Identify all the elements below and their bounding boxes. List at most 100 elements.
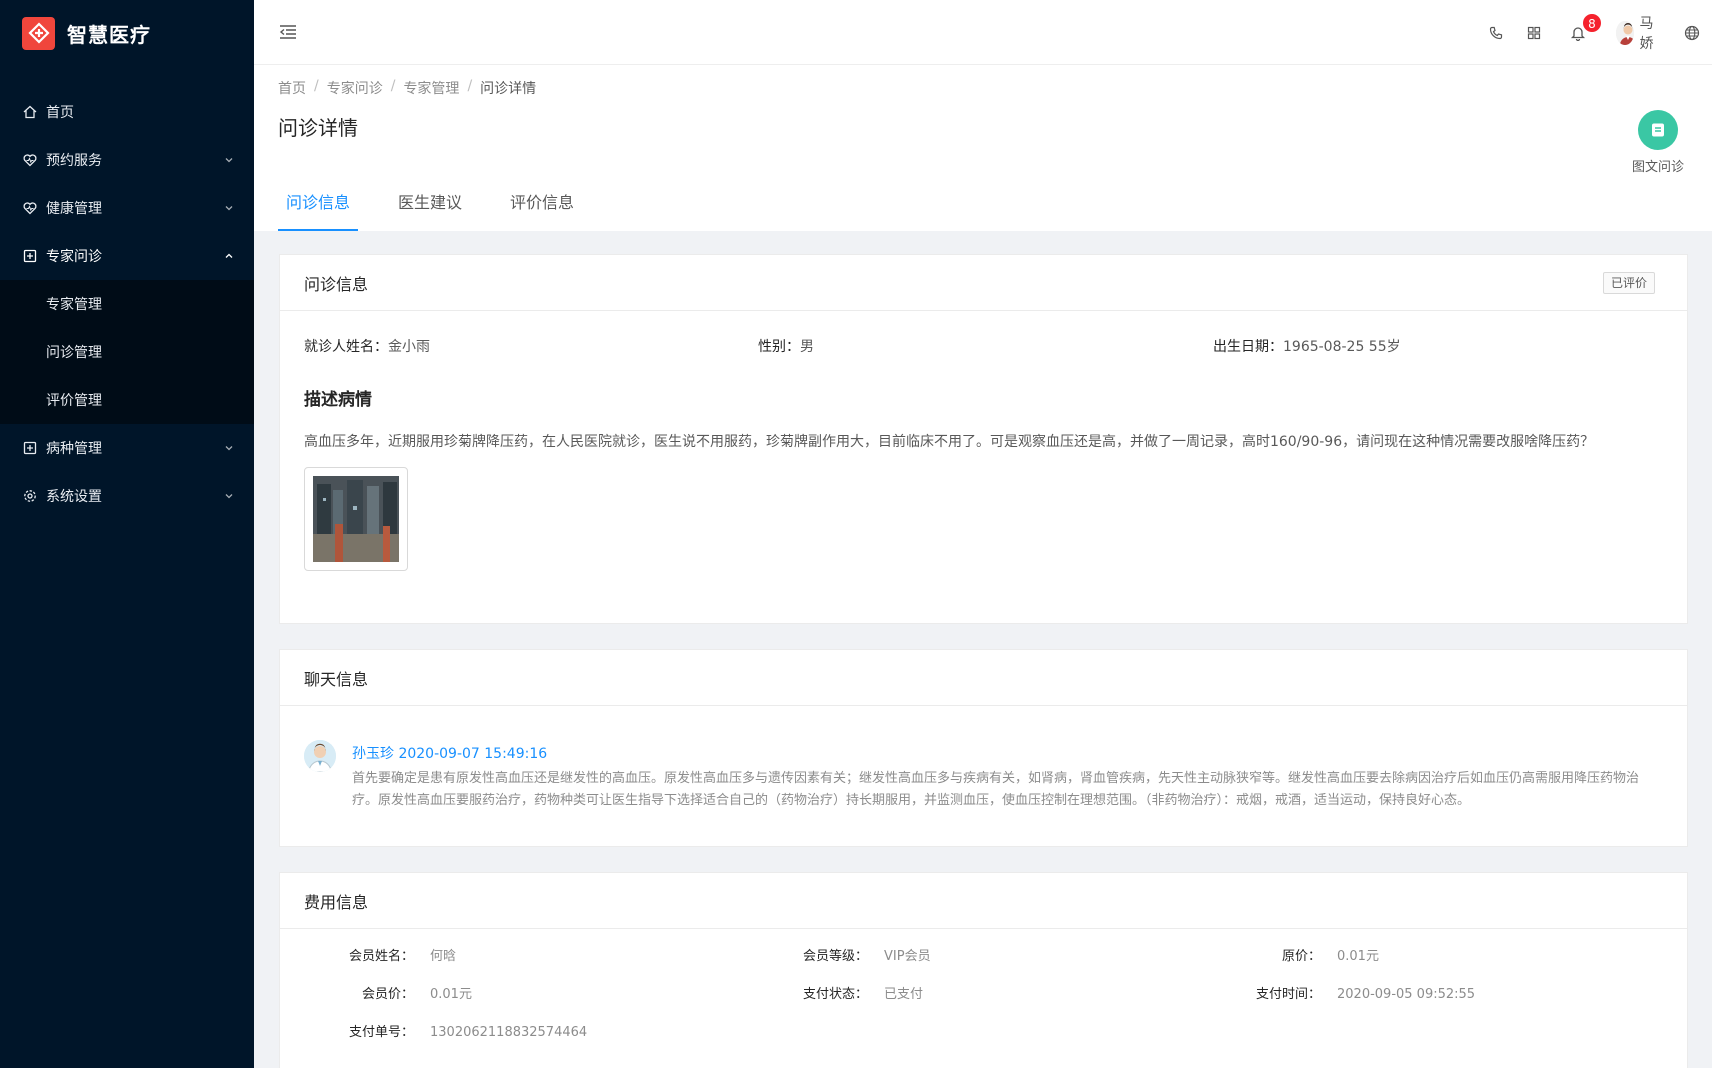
submenu-item-consult-management[interactable]: 问诊管理 (0, 328, 254, 376)
fee-field-member-level: 会员等级： VIP会员 (788, 945, 931, 964)
expert-consult-submenu: 专家管理 问诊管理 评价管理 (0, 280, 254, 424)
gender-label: 性别： (758, 339, 800, 355)
condition-description: 高血压多年，近期服用珍菊牌降压药，在人民医院就诊，医生说不用服药，珍菊牌副作用大… (304, 434, 1595, 450)
brand-logo-icon (22, 16, 55, 50)
patient-name-value: 金小雨 (388, 339, 430, 355)
condition-title: 描述病情 (304, 390, 372, 410)
sidebar-item-label: 首页 (46, 105, 74, 121)
fee-value: 0.01元 (430, 987, 472, 1002)
top-header: 8 马娇 (254, 0, 1712, 65)
fee-label: 支付时间： (1255, 987, 1321, 1002)
tab-consult-info[interactable]: 问诊信息 (278, 187, 359, 231)
medical-plus-icon (22, 440, 38, 456)
gender-value: 男 (800, 339, 814, 355)
chevron-down-icon (224, 155, 234, 165)
tab-doctor-advice[interactable]: 医生建议 (390, 187, 470, 231)
submenu-item-expert-management[interactable]: 专家管理 (0, 280, 254, 328)
chevron-down-icon (224, 203, 234, 213)
sidebar-item-disease[interactable]: 病种管理 (0, 424, 254, 472)
fee-field-payment-status: 支付状态： 已支付 (788, 983, 923, 1002)
fee-label: 会员价： (361, 987, 414, 1002)
user-name: 马娇 (1639, 15, 1654, 52)
chat-info-card: 聊天信息 孙玉珍 2020-09-07 15:49:16 首先要确定是患有原发性… (279, 649, 1688, 847)
birth-date-field: 出生日期：1965-08-25 55岁 (1213, 336, 1401, 356)
heart-icon (22, 200, 38, 216)
image-text-consult-button[interactable]: 图文问诊 (1628, 110, 1688, 175)
detail-tabs: 问诊信息 医生建议 评价信息 (278, 187, 614, 231)
sidebar-menu: 首页 预约服务 健康管理 专家问诊 专家管理 问诊管理 评价管理 病种管理 系统… (0, 88, 254, 520)
message-icon (1638, 110, 1678, 150)
user-menu[interactable]: 马娇 (1616, 13, 1660, 53)
chat-message-text: 首先要确定是患有原发性高血压还是继发性的高血压。原发性高血压多与遗传因素有关；继… (352, 771, 1640, 808)
attached-image (313, 476, 399, 562)
breadcrumb-item-expert-management[interactable]: 专家管理 (403, 78, 459, 98)
fee-value: 0.01元 (1337, 949, 1379, 964)
patient-name-label: 就诊人姓名： (304, 339, 388, 355)
sidebar-item-label: 专家问诊 (46, 249, 102, 265)
card-title: 问诊信息 (304, 274, 369, 294)
globe-icon[interactable] (1684, 25, 1700, 41)
gender-field: 性别：男 (758, 336, 814, 356)
fee-field-member-price: 会员价： 0.01元 (334, 983, 472, 1002)
card-header: 聊天信息 (280, 650, 1687, 706)
fee-value: VIP会员 (884, 949, 931, 964)
avatar (304, 740, 336, 772)
chat-author-time[interactable]: 孙玉珍 2020-09-07 15:49:16 (352, 743, 547, 763)
fee-value: 2020-09-05 09:52:55 (1337, 987, 1476, 1002)
heart-icon (22, 152, 38, 168)
birth-date-label: 出生日期： (1213, 339, 1283, 355)
fee-value: 1302062118832574464 (430, 1025, 588, 1040)
chevron-down-icon (224, 443, 234, 453)
medical-plus-icon (22, 248, 38, 264)
sidebar-item-health[interactable]: 健康管理 (0, 184, 254, 232)
brand-name: 智慧医疗 (67, 22, 151, 47)
breadcrumb-item-current: 问诊详情 (480, 81, 537, 97)
fee-field-payment-time: 支付时间： 2020-09-05 09:52:55 (1241, 983, 1475, 1002)
fee-label: 会员姓名： (348, 949, 414, 964)
sidebar-item-label: 健康管理 (46, 201, 102, 217)
apps-grid-icon[interactable] (1526, 25, 1542, 41)
page-title: 问诊详情 (278, 116, 358, 140)
consult-info-card: 问诊信息 已评价 就诊人姓名：金小雨 性别：男 出生日期：1965-08-25 … (279, 254, 1688, 624)
sidebar-item-label: 病种管理 (46, 441, 102, 457)
status-badge: 已评价 (1602, 272, 1655, 294)
sidebar-item-settings[interactable]: 系统设置 (0, 472, 254, 520)
sidebar-item-label: 系统设置 (46, 489, 102, 505)
breadcrumb-separator: / (467, 78, 473, 94)
fee-info-card: 费用信息 会员姓名： 何晗 会员等级： VIP会员 原价： 0.01元 会员价： 0.0… (279, 872, 1688, 1068)
breadcrumb-item-expert-consult[interactable]: 专家问诊 (327, 78, 383, 98)
card-header: 费用信息 (280, 873, 1687, 929)
sidebar-item-expert-consult[interactable]: 专家问诊 (0, 232, 254, 280)
notification-bell-icon[interactable]: 8 (1570, 12, 1602, 41)
fee-label: 支付单号： (348, 1025, 414, 1040)
chevron-down-icon (224, 491, 234, 501)
attached-image-thumbnail[interactable] (304, 467, 408, 571)
birth-date-value: 1965-08-25 55岁 (1283, 339, 1401, 355)
card-title: 聊天信息 (304, 669, 369, 689)
page-header: 首页 / 专家问诊 / 专家管理 / 问诊详情 问诊详情 图文问诊 问诊信息 医… (254, 65, 1712, 231)
submenu-item-review-management[interactable]: 评价管理 (0, 376, 254, 424)
tab-review-info[interactable]: 评价信息 (502, 187, 582, 231)
breadcrumb-separator: / (314, 78, 319, 94)
patient-name-field: 就诊人姓名：金小雨 (304, 336, 430, 356)
sidebar-item-label: 预约服务 (46, 153, 102, 169)
sidebar-item-appointment[interactable]: 预约服务 (0, 136, 254, 184)
home-icon (22, 104, 38, 120)
fee-field-original-price: 原价： 0.01元 (1241, 945, 1379, 964)
chevron-up-icon (224, 251, 234, 261)
brand[interactable]: 智慧医疗 (0, 0, 254, 66)
breadcrumb-item-home[interactable]: 首页 (278, 78, 306, 98)
phone-icon[interactable] (1488, 25, 1504, 41)
fee-label: 原价： (1281, 949, 1321, 964)
breadcrumb-separator: / (390, 78, 396, 94)
card-title: 费用信息 (304, 892, 369, 912)
fee-label: 会员等级： (802, 949, 868, 964)
fee-field-order-number: 支付单号： 1302062118832574464 (334, 1021, 587, 1040)
sidebar-item-home[interactable]: 首页 (0, 88, 254, 136)
menu-fold-icon[interactable] (278, 22, 298, 42)
fee-field-member-name: 会员姓名： 何晗 (334, 945, 456, 964)
notification-badge: 8 (1582, 12, 1602, 33)
fee-value: 何晗 (430, 949, 457, 964)
avatar (1616, 20, 1634, 45)
breadcrumb: 首页 / 专家问诊 / 专家管理 / 问诊详情 (278, 78, 536, 98)
